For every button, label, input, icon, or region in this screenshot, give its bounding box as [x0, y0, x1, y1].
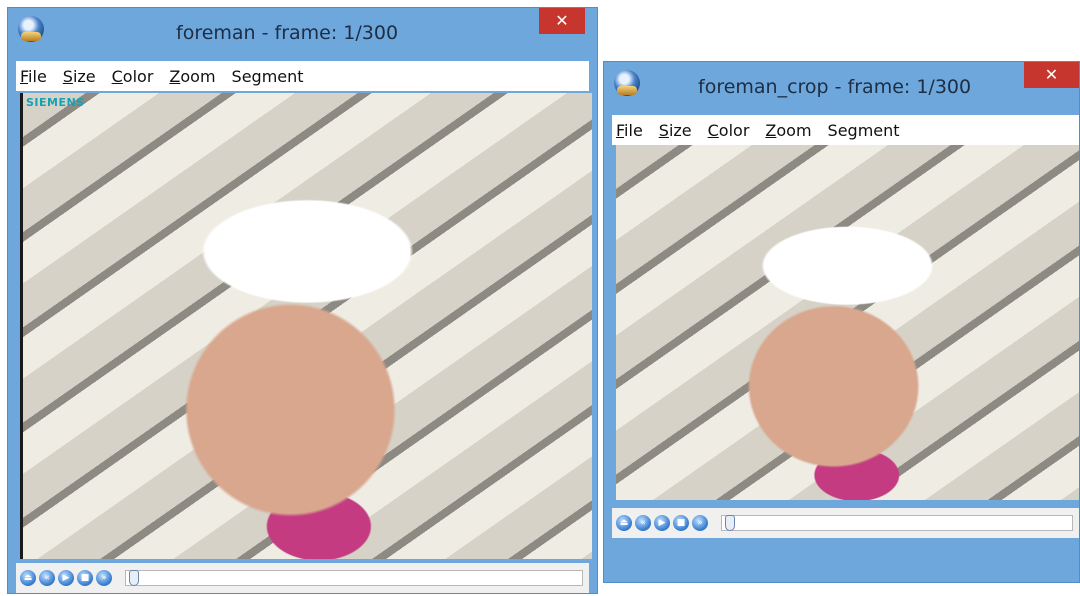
video-window-foreman[interactable]: foreman - frame: 1/300 ✕ File Size Color… — [8, 8, 597, 593]
rewind-icon[interactable]: « — [39, 570, 55, 586]
slider-thumb[interactable] — [725, 515, 735, 531]
menu-bar: File Size Color Zoom Segment — [16, 61, 589, 91]
window-title: foreman_crop - frame: 1/300 — [698, 76, 972, 98]
video-window-foreman-crop[interactable]: foreman_crop - frame: 1/300 ✕ File Size … — [604, 62, 1079, 582]
rewind-icon[interactable]: « — [635, 515, 651, 531]
menu-bar: File Size Color Zoom Segment — [612, 115, 1079, 145]
fast-forward-icon[interactable]: » — [692, 515, 708, 531]
siemens-logo: SIEMENS — [26, 96, 85, 109]
menu-segment[interactable]: Segment — [224, 67, 312, 86]
video-frame — [616, 145, 1079, 500]
menu-color[interactable]: Color — [104, 67, 162, 86]
video-frame: SIEMENS — [20, 93, 592, 559]
play-icon[interactable]: ▶ — [654, 515, 670, 531]
eject-icon[interactable]: ⏏ — [616, 515, 632, 531]
eject-icon[interactable]: ⏏ — [20, 570, 36, 586]
play-icon[interactable]: ▶ — [58, 570, 74, 586]
menu-segment[interactable]: Segment — [820, 121, 908, 140]
stop-icon[interactable]: ■ — [77, 570, 93, 586]
menu-file[interactable]: File — [612, 121, 651, 140]
stop-icon[interactable]: ■ — [673, 515, 689, 531]
menu-color[interactable]: Color — [700, 121, 758, 140]
menu-zoom[interactable]: Zoom — [161, 67, 223, 86]
app-icon[interactable] — [18, 16, 44, 42]
menu-size[interactable]: Size — [651, 121, 700, 140]
menu-size[interactable]: Size — [55, 67, 104, 86]
position-slider[interactable] — [721, 515, 1073, 531]
close-button[interactable]: ✕ — [1024, 62, 1079, 88]
playback-controls: ⏏ « ▶ ■ » — [16, 563, 589, 593]
window-title: foreman - frame: 1/300 — [176, 22, 399, 44]
title-bar[interactable]: foreman_crop - frame: 1/300 ✕ — [604, 62, 1079, 112]
title-bar[interactable]: foreman - frame: 1/300 ✕ — [8, 8, 597, 58]
menu-zoom[interactable]: Zoom — [757, 121, 819, 140]
menu-file[interactable]: File — [16, 67, 55, 86]
app-icon[interactable] — [614, 70, 640, 96]
slider-thumb[interactable] — [129, 570, 139, 586]
position-slider[interactable] — [125, 570, 583, 586]
fast-forward-icon[interactable]: » — [96, 570, 112, 586]
close-button[interactable]: ✕ — [539, 8, 585, 34]
playback-controls: ⏏ « ▶ ■ » — [612, 508, 1079, 538]
